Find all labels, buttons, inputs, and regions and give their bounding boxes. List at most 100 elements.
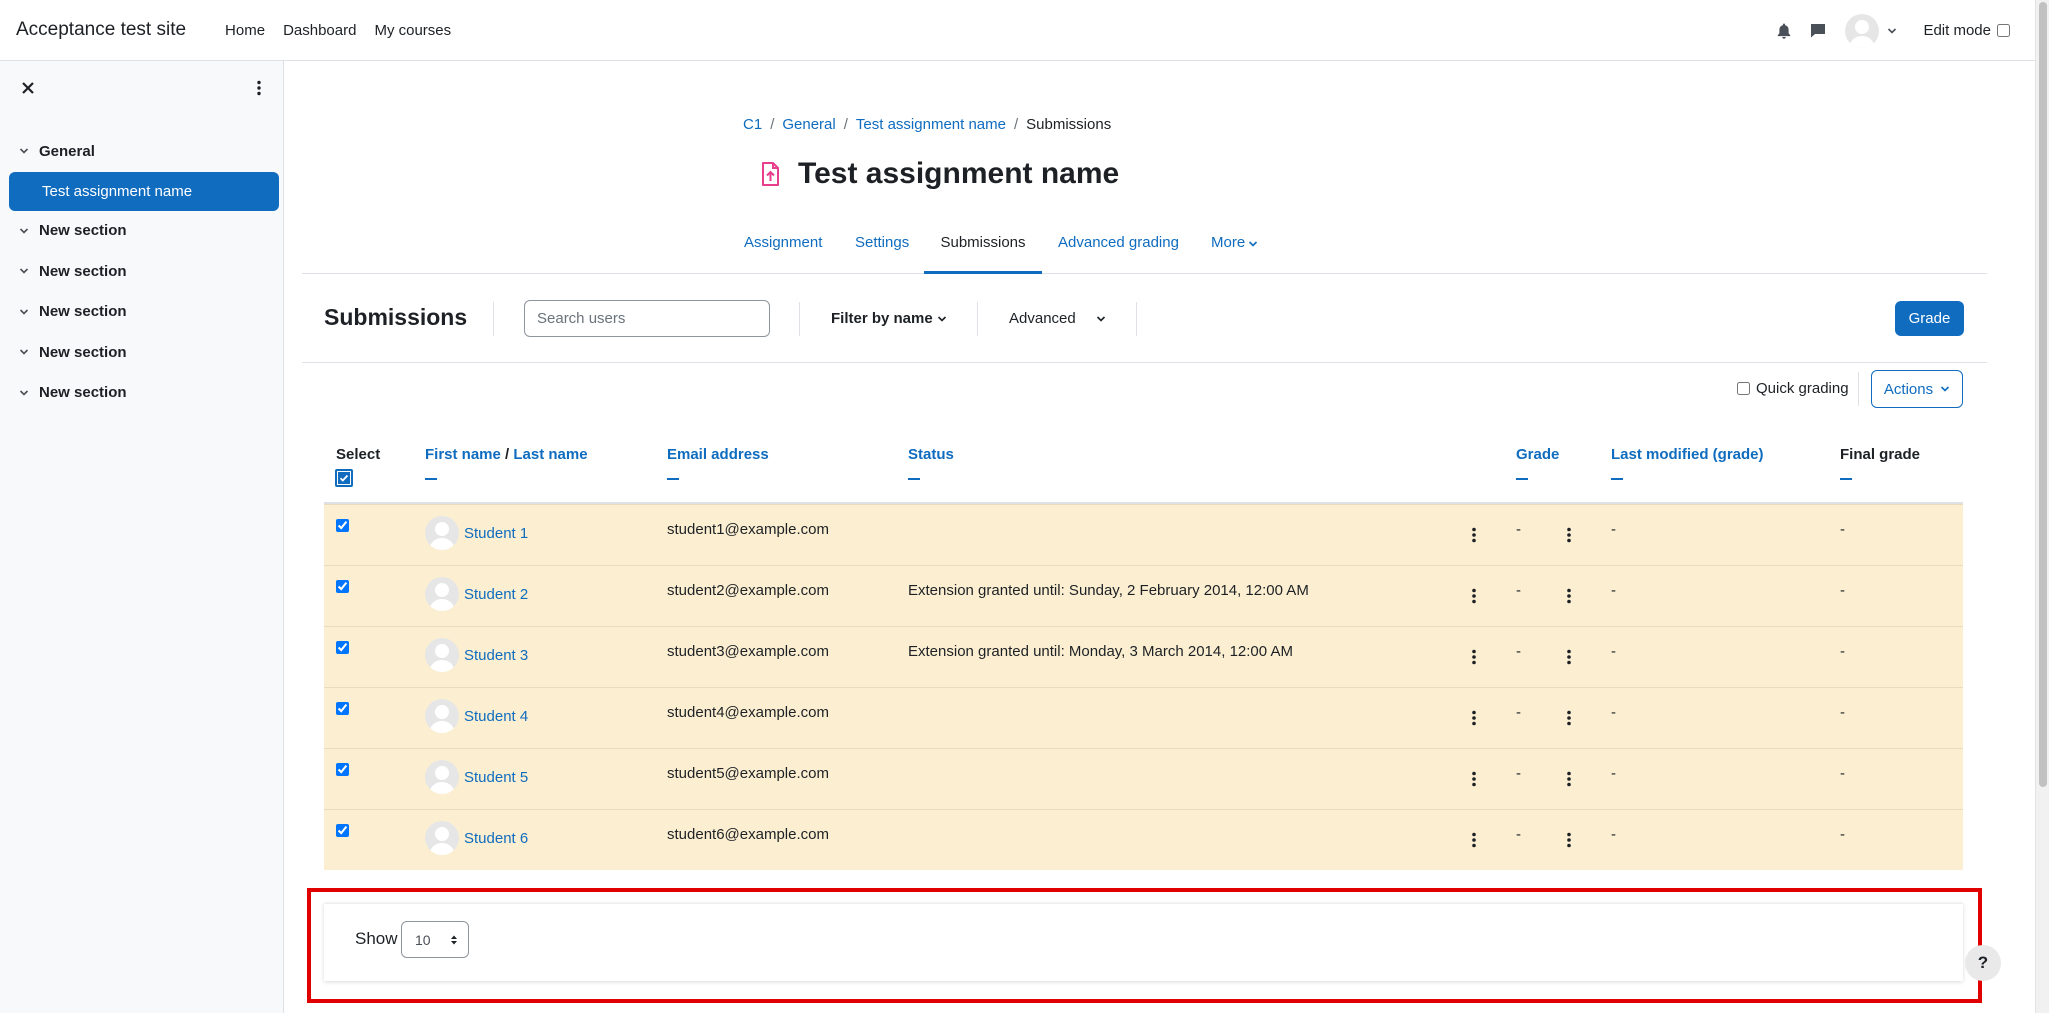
course-section[interactable]: New section <box>0 251 284 292</box>
grade-actions-kebab-icon[interactable] <box>1567 771 1571 787</box>
tab-advanced-grading[interactable]: Advanced grading <box>1058 226 1179 274</box>
collapse-last-modified-column-icon[interactable] <box>1611 478 1623 480</box>
course-section-general[interactable]: General <box>0 131 284 172</box>
collapse-grade-column-icon[interactable] <box>1516 478 1528 480</box>
advanced-filter-dropdown[interactable]: Advanced <box>1009 300 1106 337</box>
edit-mode-checkbox[interactable] <box>1997 24 2010 37</box>
course-section[interactable]: New section <box>0 292 284 333</box>
row-select-checkbox[interactable] <box>336 824 349 837</box>
column-header-select: Select <box>336 446 380 463</box>
chevron-down-icon[interactable] <box>19 347 29 357</box>
course-section[interactable]: New section <box>0 373 284 414</box>
student-name-link[interactable]: Student 3 <box>464 647 528 664</box>
breadcrumb-course-link[interactable]: C1 <box>743 116 762 133</box>
chevron-down-icon[interactable] <box>19 266 29 276</box>
table-row: Student 1 student1@example.com - - - <box>324 504 1963 565</box>
tab-more[interactable]: More <box>1211 226 1258 274</box>
tab-more-label: More <box>1211 234 1246 251</box>
grade-actions-kebab-icon[interactable] <box>1567 832 1571 848</box>
filter-by-name-dropdown[interactable]: Filter by name <box>831 300 947 337</box>
row-select-checkbox[interactable] <box>336 641 349 654</box>
quick-grading-checkbox[interactable] <box>1737 382 1750 395</box>
toolbar-divider <box>977 302 978 336</box>
select-caret-icon <box>451 935 457 945</box>
tab-submissions[interactable]: Submissions <box>924 226 1042 274</box>
sort-status-link[interactable]: Status <box>908 446 954 463</box>
status-actions-kebab-icon[interactable] <box>1472 649 1476 665</box>
row-select-checkbox[interactable] <box>336 519 349 532</box>
status-actions-kebab-icon[interactable] <box>1472 527 1476 543</box>
quick-grading-toggle[interactable]: Quick grading <box>1737 380 1849 397</box>
search-users-input[interactable] <box>524 300 770 337</box>
submission-status: Extension granted until: Monday, 3 March… <box>908 643 1293 660</box>
column-header-final-grade: Final grade <box>1840 446 1920 480</box>
row-select-checkbox[interactable] <box>336 702 349 715</box>
sort-email-link[interactable]: Email address <box>667 446 769 463</box>
grade-value: - <box>1516 826 1521 843</box>
student-name-link[interactable]: Student 2 <box>464 586 528 603</box>
status-actions-kebab-icon[interactable] <box>1472 710 1476 726</box>
tab-assignment[interactable]: Assignment <box>744 226 822 274</box>
nav-home-link[interactable]: Home <box>216 22 274 39</box>
breadcrumb-assignment-link[interactable]: Test assignment name <box>856 116 1006 133</box>
tab-settings[interactable]: Settings <box>855 226 909 274</box>
sort-grade-link[interactable]: Grade <box>1516 446 1559 463</box>
grade-actions-kebab-icon[interactable] <box>1567 649 1571 665</box>
site-name-link[interactable]: Acceptance test site <box>16 19 186 41</box>
chevron-down-icon <box>937 315 946 322</box>
student-name-link[interactable]: Student 4 <box>464 708 528 725</box>
select-all-checkbox[interactable] <box>335 469 353 487</box>
actions-dropdown-button[interactable]: Actions <box>1871 370 1963 408</box>
nav-my-courses-link[interactable]: My courses <box>365 22 460 39</box>
status-actions-kebab-icon[interactable] <box>1472 588 1476 604</box>
sort-last-modified-link[interactable]: Last modified (grade) <box>1611 446 1764 463</box>
row-select-checkbox[interactable] <box>336 580 349 593</box>
scrollbar-thumb[interactable] <box>2039 2 2047 787</box>
column-header-last-modified: Last modified (grade) <box>1611 446 1764 480</box>
collapse-status-column-icon[interactable] <box>908 478 920 480</box>
collapse-email-column-icon[interactable] <box>667 478 679 480</box>
course-section[interactable]: New section <box>0 332 284 373</box>
notifications-bell-icon[interactable] <box>1773 20 1795 42</box>
per-page-select[interactable]: 10 <box>401 921 469 958</box>
help-button[interactable]: ? <box>1965 945 2001 981</box>
grade-button[interactable]: Grade <box>1895 301 1964 336</box>
row-select-checkbox[interactable] <box>336 763 349 776</box>
chevron-down-icon[interactable] <box>19 388 29 398</box>
chevron-down-icon[interactable] <box>19 307 29 317</box>
page-scrollbar[interactable] <box>2035 0 2049 1013</box>
grade-value: - <box>1516 765 1521 782</box>
last-modified-value: - <box>1611 826 1616 843</box>
drawer-options-kebab-icon[interactable] <box>250 79 268 97</box>
collapse-name-column-icon[interactable] <box>425 478 437 480</box>
nav-dashboard-link[interactable]: Dashboard <box>274 22 365 39</box>
chevron-down-icon[interactable] <box>19 146 29 156</box>
select-header-label: Select <box>336 446 381 463</box>
grade-actions-kebab-icon[interactable] <box>1567 527 1571 543</box>
student-name-link[interactable]: Student 5 <box>464 769 528 786</box>
last-modified-value: - <box>1611 765 1616 782</box>
toolbar-divider <box>799 302 800 336</box>
toolbar-divider <box>493 302 494 336</box>
student-email: student6@example.com <box>667 826 829 843</box>
edit-mode-toggle[interactable]: Edit mode <box>1923 21 2013 40</box>
messages-icon[interactable] <box>1807 20 1829 42</box>
course-activity-test-assignment[interactable]: Test assignment name <box>9 171 279 211</box>
grade-actions-kebab-icon[interactable] <box>1567 588 1571 604</box>
breadcrumb-section-link[interactable]: General <box>782 116 835 133</box>
status-actions-kebab-icon[interactable] <box>1472 832 1476 848</box>
table-body: Student 1 student1@example.com - - - Stu… <box>324 504 1963 870</box>
status-actions-kebab-icon[interactable] <box>1472 771 1476 787</box>
breadcrumb: C1 / General / Test assignment name / Su… <box>743 116 1111 133</box>
close-drawer-icon[interactable] <box>19 79 37 97</box>
course-section[interactable]: New section <box>0 211 284 252</box>
grade-actions-kebab-icon[interactable] <box>1567 710 1571 726</box>
user-menu-toggle[interactable] <box>1845 13 1897 48</box>
collapse-final-grade-column-icon[interactable] <box>1840 478 1852 480</box>
student-name-link[interactable]: Student 1 <box>464 525 528 542</box>
student-name-link[interactable]: Student 6 <box>464 830 528 847</box>
final-grade-header-label: Final grade <box>1840 446 1921 463</box>
sort-last-name-link[interactable]: Last name <box>513 446 587 463</box>
chevron-down-icon[interactable] <box>19 226 29 236</box>
sort-first-name-link[interactable]: First name <box>425 446 501 463</box>
